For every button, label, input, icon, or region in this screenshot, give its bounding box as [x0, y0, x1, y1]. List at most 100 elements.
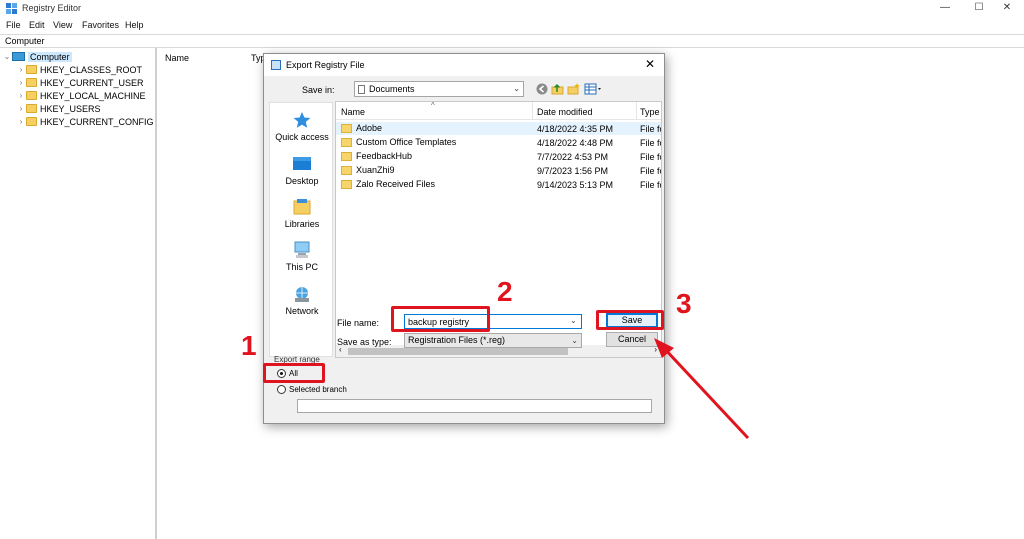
back-icon[interactable]	[535, 83, 548, 95]
tree-pane: ⌄ Computer › HKEY_CLASSES_ROOT › HKEY_CU…	[0, 48, 157, 539]
chevron-down-icon: ⌄	[571, 336, 578, 345]
place-label: Desktop	[285, 176, 319, 186]
radio-icon[interactable]	[277, 385, 286, 394]
annotation-number-1: 1	[241, 330, 257, 361]
sort-up-icon: ^	[431, 101, 435, 110]
scrollbar-thumb[interactable]	[348, 348, 568, 355]
save-as-type-dropdown[interactable]: Registration Files (*.reg) ⌄	[404, 333, 582, 348]
file-name-label: File name:	[337, 318, 380, 328]
tree-item-label: HKEY_CURRENT_CONFIG	[40, 116, 154, 127]
menu-edit[interactable]: Edit	[29, 20, 45, 30]
chevron-right-icon[interactable]: ›	[16, 65, 26, 74]
title-bar: Registry Editor — ☐ ✕	[0, 0, 1024, 17]
folder-icon	[26, 78, 37, 87]
annotation-box-file-name	[391, 306, 490, 332]
annotation-number-3: 3	[676, 288, 692, 319]
menu-favorites[interactable]: Favorites	[82, 20, 119, 30]
dialog-title-bar: Export Registry File ✕	[264, 54, 664, 76]
file-date-cell: 9/14/2023 5:13 PM	[537, 180, 614, 190]
file-type-cell: File fo	[640, 166, 661, 176]
close-button[interactable]: ✕	[990, 0, 1024, 17]
tree-item-hkcr[interactable]: › HKEY_CLASSES_ROOT	[16, 63, 142, 76]
place-label: Network	[285, 306, 319, 316]
annotation-number-2: 2	[497, 276, 513, 307]
dialog-title: Export Registry File	[286, 60, 365, 70]
place-this-pc[interactable]: This PC	[270, 241, 334, 272]
folder-icon	[26, 104, 37, 113]
computer-icon	[12, 52, 25, 61]
place-network[interactable]: Network	[270, 285, 334, 316]
tree-item-hku[interactable]: › HKEY_USERS	[16, 102, 101, 115]
folder-icon	[341, 151, 352, 161]
tree-item-label: Computer	[28, 51, 72, 62]
annotation-box-save	[596, 310, 664, 330]
file-type-cell: File fo	[640, 124, 661, 134]
file-type-cell: File fo	[640, 180, 661, 190]
tree-item-label: HKEY_USERS	[40, 103, 101, 114]
place-quick-access[interactable]: Quick access	[270, 111, 334, 142]
range-branch-radio[interactable]: Selected branch	[277, 385, 347, 394]
folder-icon	[341, 123, 352, 133]
file-type-cell: File fo	[640, 138, 661, 148]
menu-view[interactable]: View	[53, 20, 72, 30]
desktop-icon	[292, 155, 312, 173]
this-pc-icon	[292, 241, 312, 259]
menu-bar: File Edit View Favorites Help	[0, 18, 1024, 33]
column-header-name[interactable]: Name	[341, 107, 365, 117]
documents-icon	[358, 85, 365, 94]
file-date-cell: 4/18/2022 4:35 PM	[537, 124, 614, 134]
new-folder-icon[interactable]	[567, 83, 580, 95]
chevron-down-icon[interactable]: ⌄	[570, 316, 577, 325]
window-title: Registry Editor	[22, 3, 82, 13]
file-name-cell: Adobe	[341, 123, 382, 133]
file-row-feedbackhub[interactable]: FeedbackHub 7/7/2022 4:53 PM File fo	[336, 150, 661, 163]
dialog-icon	[271, 60, 281, 70]
file-date-cell: 4/18/2022 4:48 PM	[537, 138, 614, 148]
tree-item-hkcc[interactable]: › HKEY_CURRENT_CONFIG	[16, 115, 154, 128]
save-in-dropdown[interactable]: Documents ⌄	[354, 81, 524, 97]
file-row-zalo-received-files[interactable]: Zalo Received Files 9/14/2023 5:13 PM Fi…	[336, 178, 661, 191]
chevron-down-icon[interactable]: ⌄	[2, 52, 12, 61]
chevron-right-icon[interactable]: ›	[16, 117, 26, 126]
minimize-button[interactable]: —	[928, 0, 962, 17]
file-name-cell: Zalo Received Files	[341, 179, 435, 189]
view-menu-icon[interactable]	[584, 83, 604, 95]
chevron-right-icon[interactable]: ›	[16, 91, 26, 100]
file-date-cell: 7/7/2022 4:53 PM	[537, 152, 609, 162]
file-row-xuanzhi9[interactable]: XuanZhi9 9/7/2023 1:56 PM File fo	[336, 164, 661, 177]
up-folder-icon[interactable]	[551, 83, 564, 95]
column-divider[interactable]	[636, 102, 637, 120]
folder-icon	[26, 65, 37, 74]
column-divider[interactable]	[532, 102, 533, 120]
folder-icon	[26, 117, 37, 126]
address-text: Computer	[5, 36, 45, 46]
chevron-down-icon: ⌄	[513, 84, 520, 93]
file-name-cell: FeedbackHub	[341, 151, 412, 161]
place-libraries[interactable]: Libraries	[270, 198, 334, 229]
annotation-box-all	[263, 363, 325, 383]
file-name-cell: Custom Office Templates	[341, 137, 456, 147]
save-as-type-value: Registration Files (*.reg)	[408, 335, 506, 345]
menu-file[interactable]: File	[6, 20, 21, 30]
chevron-right-icon[interactable]: ›	[16, 78, 26, 87]
folder-icon	[341, 137, 352, 147]
file-row-adobe[interactable]: Adobe 4/18/2022 4:35 PM File fo	[336, 122, 661, 135]
tree-item-hklm[interactable]: › HKEY_LOCAL_MACHINE	[16, 89, 146, 102]
address-bar[interactable]: Computer	[0, 34, 1024, 48]
column-header-name[interactable]: Name	[165, 53, 189, 63]
tree-item-label: HKEY_LOCAL_MACHINE	[40, 90, 146, 101]
dialog-close-button[interactable]: ✕	[642, 57, 658, 71]
column-header-type[interactable]: Type	[640, 107, 660, 117]
file-row-custom-office-templates[interactable]: Custom Office Templates 4/18/2022 4:48 P…	[336, 136, 661, 149]
place-desktop[interactable]: Desktop	[270, 155, 334, 186]
selected-branch-input[interactable]	[297, 399, 652, 413]
column-header-date[interactable]: Date modified	[537, 107, 593, 117]
menu-help[interactable]: Help	[125, 20, 144, 30]
tree-item-computer[interactable]: ⌄ Computer	[2, 50, 72, 63]
libraries-icon	[292, 198, 312, 216]
chevron-right-icon[interactable]: ›	[16, 104, 26, 113]
tree-item-hkcu[interactable]: › HKEY_CURRENT_USER	[16, 76, 144, 89]
registry-editor-icon	[6, 3, 17, 14]
save-in-value: Documents	[369, 84, 415, 94]
place-label: Quick access	[275, 132, 329, 142]
